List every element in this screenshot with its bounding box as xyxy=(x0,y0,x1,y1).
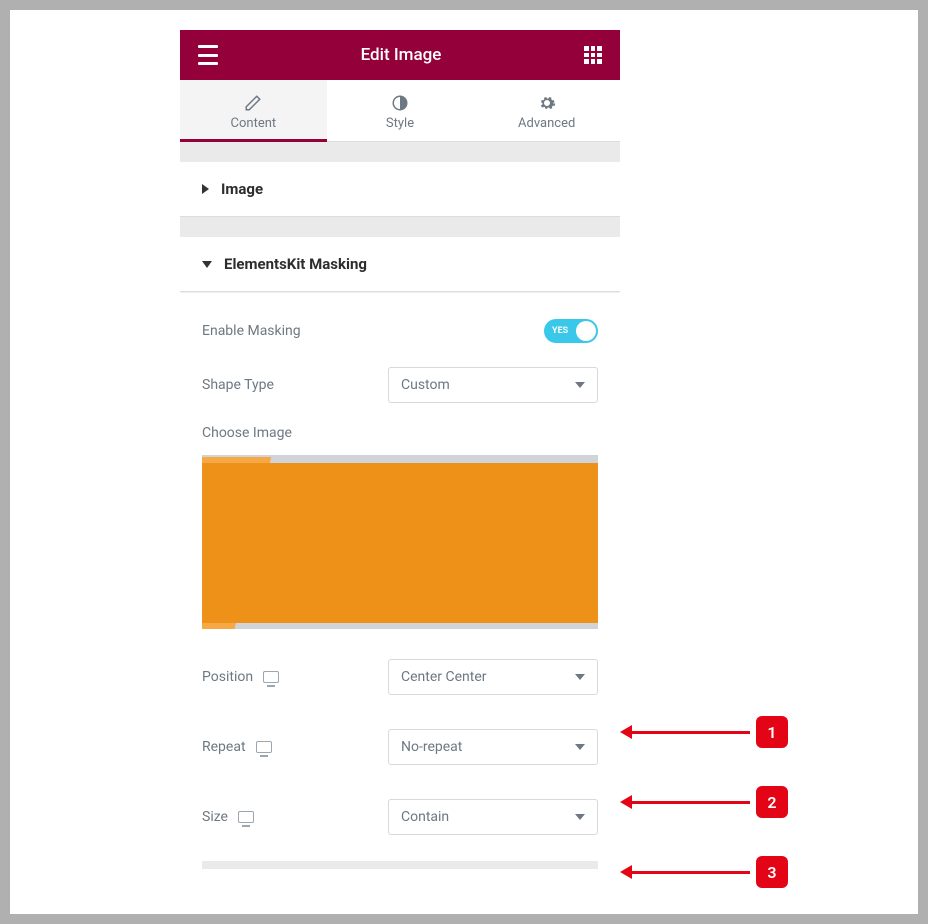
tabs: Content Style Advanced xyxy=(180,80,620,142)
section-image[interactable]: Image xyxy=(180,162,620,217)
responsive-icon[interactable] xyxy=(263,671,279,683)
annotation-badge: 1 xyxy=(756,716,788,748)
enable-masking-toggle[interactable]: YES xyxy=(544,319,598,343)
row-shape-type: Shape Type Custom xyxy=(202,355,598,415)
annotation-badge: 3 xyxy=(756,856,788,888)
row-size: Size Contain xyxy=(202,787,598,847)
caret-down-icon xyxy=(202,261,212,268)
widgets-icon[interactable] xyxy=(584,46,602,64)
responsive-icon[interactable] xyxy=(238,811,254,823)
size-select[interactable]: Contain xyxy=(388,799,598,835)
menu-icon[interactable] xyxy=(198,45,218,65)
toggle-state: YES xyxy=(552,326,568,336)
panel-title: Edit Image xyxy=(361,45,442,65)
spacer xyxy=(180,217,620,237)
toggle-knob xyxy=(576,321,596,341)
position-label: Position xyxy=(202,669,279,685)
chevron-down-icon xyxy=(575,814,585,820)
tab-label: Advanced xyxy=(518,116,575,131)
tab-content[interactable]: Content xyxy=(180,80,327,141)
chevron-down-icon xyxy=(575,744,585,750)
caret-right-icon xyxy=(202,184,209,194)
responsive-icon[interactable] xyxy=(256,741,272,753)
shape-type-select[interactable]: Custom xyxy=(388,367,598,403)
arrow-icon xyxy=(630,801,750,804)
row-position: Position Center Center xyxy=(202,647,598,707)
contrast-icon xyxy=(391,94,409,112)
shape-type-label: Shape Type xyxy=(202,377,274,393)
chevron-down-icon xyxy=(575,382,585,388)
annotation-3: 3 xyxy=(630,856,788,888)
row-enable-masking: Enable Masking YES xyxy=(202,307,598,355)
section-masking[interactable]: ElementsKit Masking xyxy=(180,237,620,292)
select-value: Custom xyxy=(401,377,450,393)
arrow-icon xyxy=(630,731,750,734)
chevron-down-icon xyxy=(575,674,585,680)
tab-advanced[interactable]: Advanced xyxy=(473,80,620,141)
section-title: Image xyxy=(221,180,263,198)
enable-masking-label: Enable Masking xyxy=(202,323,301,339)
image-preview[interactable] xyxy=(202,455,598,629)
annotation-2: 2 xyxy=(630,786,788,818)
row-repeat: Repeat No-repeat xyxy=(202,717,598,777)
tab-label: Content xyxy=(231,116,277,131)
spacer xyxy=(180,142,620,162)
select-value: No-repeat xyxy=(401,739,462,755)
annotation-1: 1 xyxy=(630,716,788,748)
annotation-badge: 2 xyxy=(756,786,788,818)
repeat-select[interactable]: No-repeat xyxy=(388,729,598,765)
section-masking-body: Enable Masking YES Shape Type Custom Cho… xyxy=(180,292,620,893)
repeat-label: Repeat xyxy=(202,739,272,755)
section-title: ElementsKit Masking xyxy=(224,255,367,273)
tab-label: Style xyxy=(386,116,414,131)
choose-image-label: Choose Image xyxy=(202,415,598,455)
position-select[interactable]: Center Center xyxy=(388,659,598,695)
size-label: Size xyxy=(202,809,254,825)
arrow-icon xyxy=(630,871,750,874)
tab-style[interactable]: Style xyxy=(327,80,474,141)
spacer xyxy=(202,861,598,869)
gear-icon xyxy=(538,94,556,112)
select-value: Center Center xyxy=(401,669,487,685)
pencil-icon xyxy=(244,94,262,112)
select-value: Contain xyxy=(401,809,449,825)
editor-panel: Edit Image Content Style Advanced Image xyxy=(180,30,620,893)
panel-header: Edit Image xyxy=(180,30,620,80)
mask-shape xyxy=(202,463,598,623)
